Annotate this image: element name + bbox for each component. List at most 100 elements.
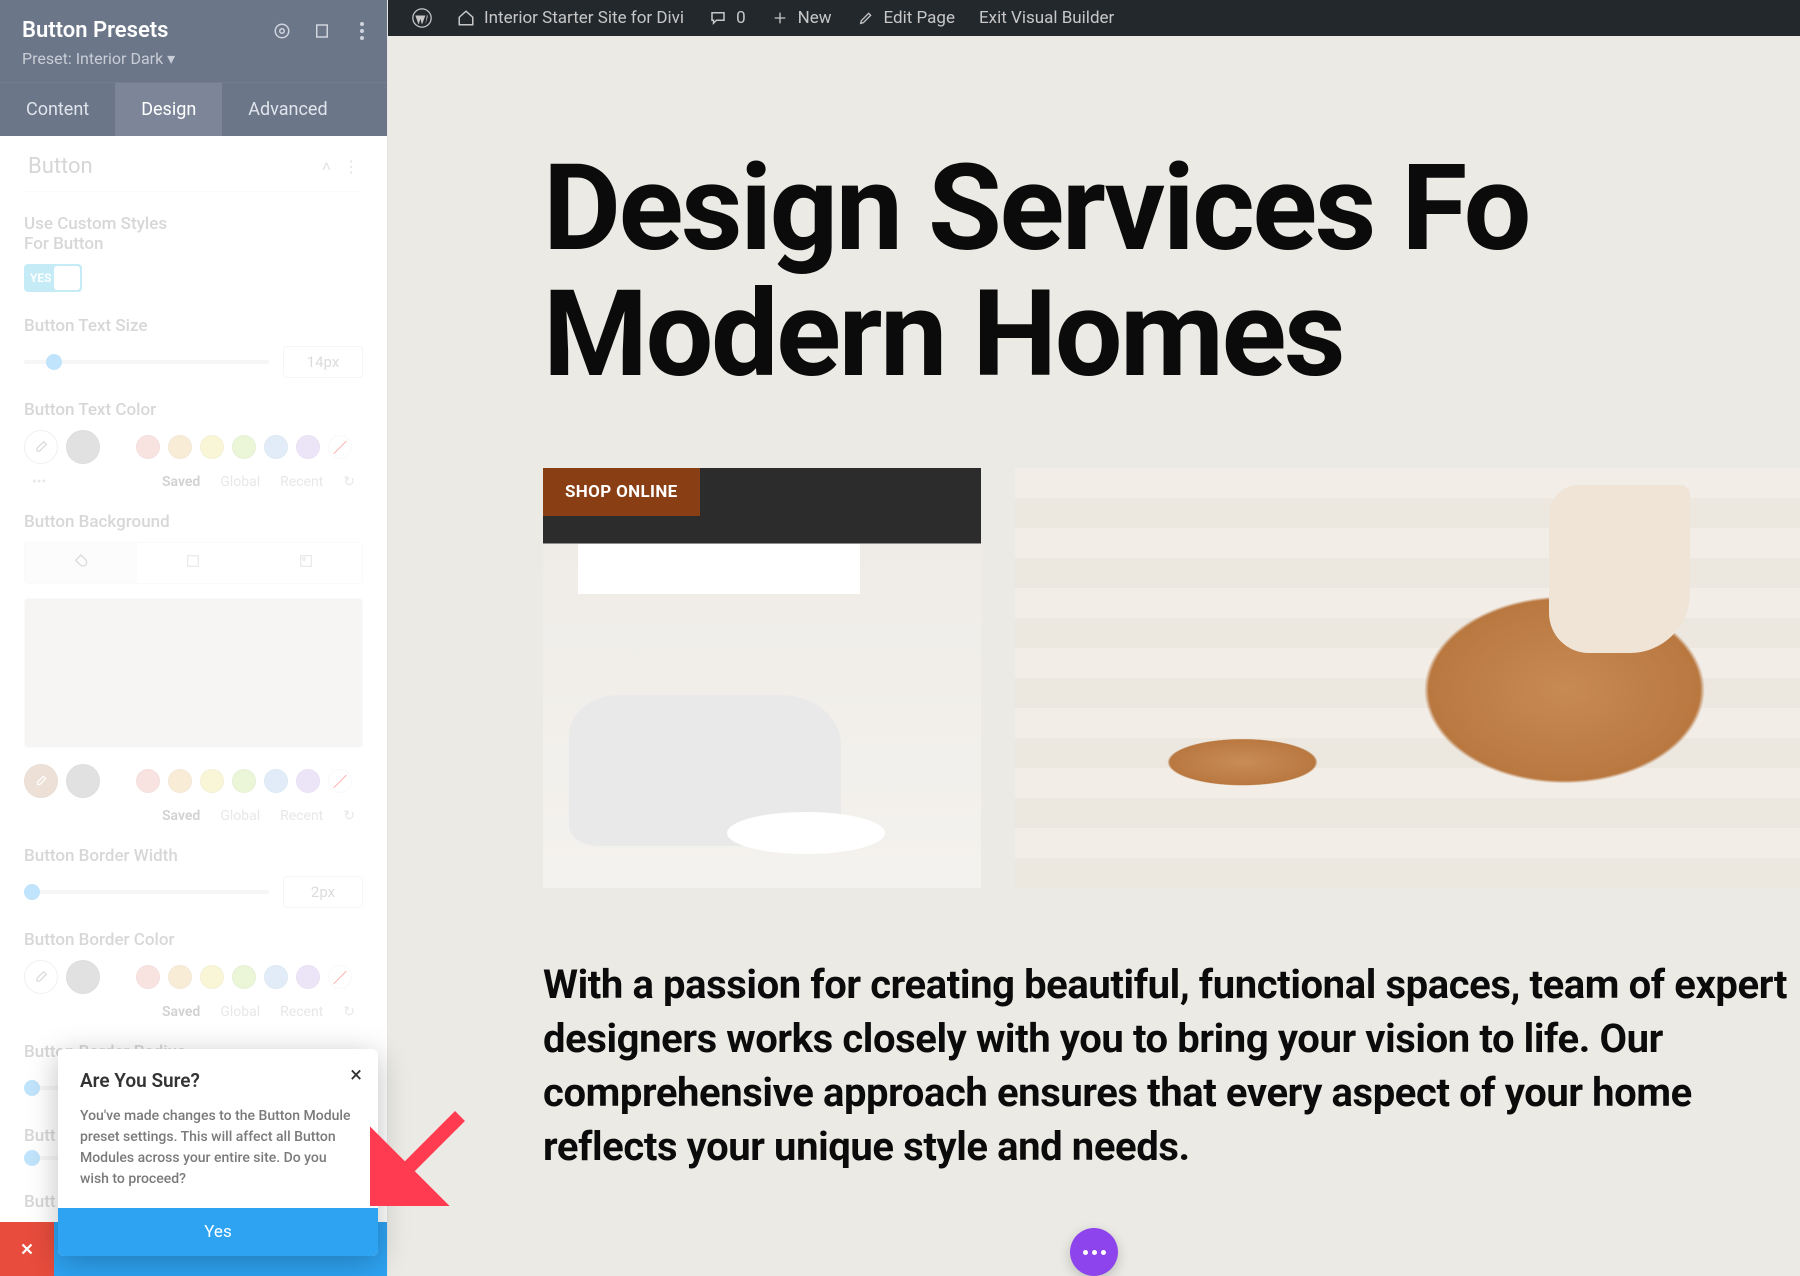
swatch-grey2[interactable] xyxy=(66,764,100,798)
swatch-purple2[interactable] xyxy=(296,769,320,793)
refresh-icon[interactable]: ↻ xyxy=(343,474,355,490)
responsive-icon[interactable] xyxy=(311,20,333,42)
label-text-size: Button Text Size xyxy=(24,316,363,336)
hero-image-right xyxy=(1015,468,1800,888)
exit-vb-link[interactable]: Exit Visual Builder xyxy=(967,0,1126,36)
preset-label: Preset: xyxy=(22,49,72,68)
palette-global[interactable]: Global xyxy=(220,474,260,490)
shop-online-button[interactable]: SHOP ONLINE xyxy=(543,468,700,516)
label-border-color: Button Border Color xyxy=(24,930,363,950)
hero-title-line1: Design Services Fo xyxy=(543,139,1529,279)
swatch-blue3[interactable] xyxy=(264,965,288,989)
bg-tab-image[interactable] xyxy=(250,543,362,583)
hero-paragraph: With a passion for creating beautiful, f… xyxy=(543,958,1800,1174)
bg-type-tabs xyxy=(24,542,363,584)
swatch-yellow[interactable] xyxy=(200,435,224,459)
page-canvas[interactable]: Design Services Fo Modern Homes SHOP ONL… xyxy=(388,36,1800,1276)
slider-text-size[interactable] xyxy=(24,360,269,364)
section-button[interactable]: Button ˄ ⋮ xyxy=(24,136,363,192)
toggle-use-custom[interactable]: YES xyxy=(24,264,82,292)
exit-vb-label: Exit Visual Builder xyxy=(979,8,1114,28)
chevron-down-icon: ▾ xyxy=(167,49,175,68)
swatch-none2[interactable] xyxy=(328,769,352,793)
hero-image-left: SHOP ONLINE xyxy=(543,468,981,888)
dots-icon[interactable]: ••• xyxy=(32,474,46,490)
swatch-red3[interactable] xyxy=(136,965,160,989)
swatch-green2[interactable] xyxy=(232,769,256,793)
swatch-orange2[interactable] xyxy=(168,769,192,793)
swatch-accent[interactable] xyxy=(24,764,58,798)
swatch-red2[interactable] xyxy=(136,769,160,793)
swatch-orange[interactable] xyxy=(168,435,192,459)
divi-fab-button[interactable] xyxy=(1070,1228,1118,1276)
preset-name: Interior Dark xyxy=(76,49,163,68)
swatch-green3[interactable] xyxy=(232,965,256,989)
palette-global2[interactable]: Global xyxy=(220,808,260,824)
settings-tabs: Content Design Advanced xyxy=(0,82,387,136)
hero-image-row: SHOP ONLINE xyxy=(543,468,1800,888)
comment-icon xyxy=(708,8,728,28)
wp-admin-bar: Interior Starter Site for Divi 0 New Edi… xyxy=(388,0,1800,36)
swatch-yellow2[interactable] xyxy=(200,769,224,793)
palette-saved[interactable]: Saved xyxy=(162,474,200,490)
swatch-purple[interactable] xyxy=(296,435,320,459)
color-picker-icon[interactable] xyxy=(24,430,58,464)
new-link[interactable]: New xyxy=(758,0,844,36)
swatch-grey[interactable] xyxy=(66,430,100,464)
swatch-purple3[interactable] xyxy=(296,965,320,989)
swatch-yellow3[interactable] xyxy=(200,965,224,989)
dialog-title: Are You Sure? xyxy=(80,1069,356,1092)
toggle-yes-label: YES xyxy=(30,271,51,285)
new-label: New xyxy=(798,8,832,28)
refresh-icon2[interactable]: ↻ xyxy=(343,808,355,824)
label-text-color: Button Text Color xyxy=(24,400,363,420)
palette-saved3[interactable]: Saved xyxy=(162,1004,200,1020)
comments-count: 0 xyxy=(736,8,746,28)
bg-tab-color[interactable] xyxy=(25,543,137,583)
tab-content[interactable]: Content xyxy=(0,83,115,136)
color-picker-icon2[interactable] xyxy=(24,960,58,994)
wp-logo[interactable] xyxy=(400,0,444,36)
edit-page-label: Edit Page xyxy=(884,8,955,28)
swatch-grey3[interactable] xyxy=(66,960,100,994)
value-text-size[interactable]: 14px xyxy=(283,346,363,378)
palette-saved2[interactable]: Saved xyxy=(162,808,200,824)
dots-icon xyxy=(1083,1250,1106,1255)
value-border-width[interactable]: 2px xyxy=(283,876,363,908)
swatch-none3[interactable] xyxy=(328,965,352,989)
swatch-none[interactable] xyxy=(328,435,352,459)
palette-recent2[interactable]: Recent xyxy=(280,808,323,824)
bg-preview[interactable] xyxy=(24,598,363,748)
kebab-icon[interactable] xyxy=(351,20,373,42)
preset-selector[interactable]: Preset: Interior Dark ▾ xyxy=(22,49,365,68)
palette-recent[interactable]: Recent xyxy=(280,474,323,490)
label-background: Button Background xyxy=(24,512,363,532)
swatch-green[interactable] xyxy=(232,435,256,459)
swatch-blue2[interactable] xyxy=(264,769,288,793)
tab-design[interactable]: Design xyxy=(115,83,222,136)
swatch-orange3[interactable] xyxy=(168,965,192,989)
slider-border-width[interactable] xyxy=(24,890,269,894)
label-border-width: Button Border Width xyxy=(24,846,363,866)
refresh-icon3[interactable]: ↻ xyxy=(343,1004,355,1020)
swatch-blue[interactable] xyxy=(264,435,288,459)
bg-tab-gradient[interactable] xyxy=(137,543,249,583)
comments-link[interactable]: 0 xyxy=(696,0,758,36)
swatches-bg xyxy=(24,764,363,798)
hero-title-line2: Modern Homes xyxy=(543,265,1343,405)
tab-advanced[interactable]: Advanced xyxy=(222,83,353,136)
help-icon[interactable] xyxy=(271,20,293,42)
section-title: Button xyxy=(28,154,93,179)
palette-global3[interactable]: Global xyxy=(220,1004,260,1020)
swatch-red[interactable] xyxy=(136,435,160,459)
dialog-body: You've made changes to the Button Module… xyxy=(80,1106,356,1190)
dialog-yes-button[interactable]: Yes xyxy=(58,1208,378,1256)
edit-page-link[interactable]: Edit Page xyxy=(844,0,967,36)
site-home-link[interactable]: Interior Starter Site for Divi xyxy=(444,0,696,36)
home-icon xyxy=(456,8,476,28)
palette-recent3[interactable]: Recent xyxy=(280,1004,323,1020)
cancel-button[interactable] xyxy=(0,1222,54,1276)
close-icon[interactable]: × xyxy=(350,1063,362,1088)
wordpress-icon xyxy=(412,8,432,28)
site-name: Interior Starter Site for Divi xyxy=(484,8,684,28)
